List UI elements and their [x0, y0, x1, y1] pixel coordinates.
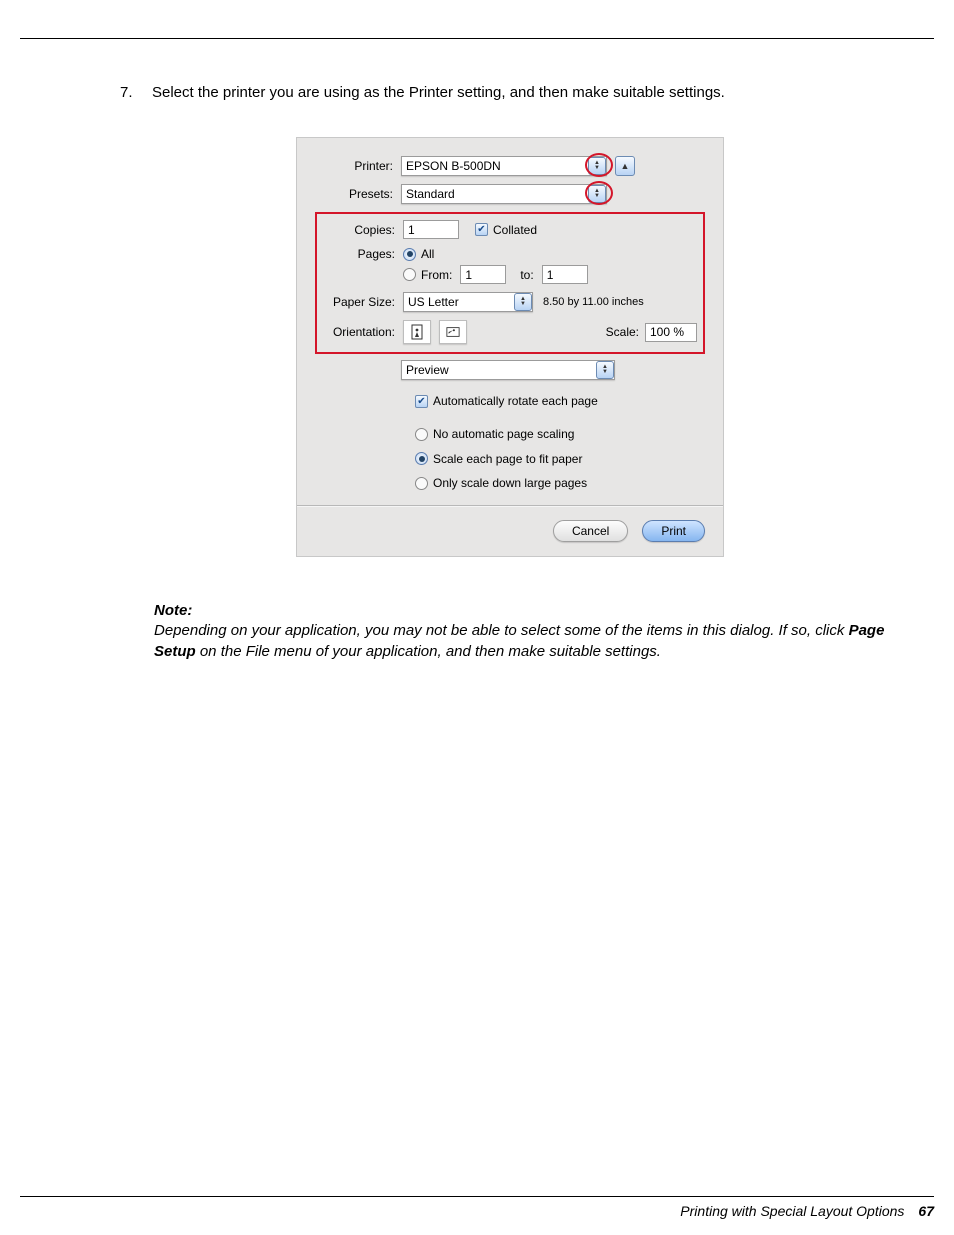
print-dialog: Printer: EPSON B-500DN ▲▼ ▲ Presets: Sta… [296, 137, 724, 557]
scale-down-label: Only scale down large pages [433, 472, 587, 495]
collated-label: Collated [493, 223, 537, 237]
orientation-label: Orientation: [323, 325, 403, 339]
section-select[interactable]: Preview ▲▼ [401, 360, 615, 380]
from-input[interactable]: 1 [460, 265, 506, 284]
step-number: 7. [120, 84, 142, 101]
pages-all-radio[interactable] [403, 248, 416, 261]
collated-checkbox[interactable]: ✔ [475, 223, 488, 236]
no-scaling-radio[interactable] [415, 428, 428, 441]
printer-row: Printer: EPSON B-500DN ▲▼ ▲ [315, 156, 705, 176]
to-label: to: [520, 268, 533, 282]
paper-size-value: US Letter [408, 295, 459, 309]
divider [297, 505, 723, 506]
print-label: Print [661, 524, 686, 538]
section-value: Preview [406, 363, 449, 377]
scale-to-fit-label: Scale each page to fit paper [433, 448, 582, 471]
page-footer: Printing with Special Layout Options 67 [20, 1196, 934, 1219]
from-label: From: [421, 268, 452, 282]
dropdown-icon: ▲▼ [588, 185, 606, 203]
orientation-landscape-button[interactable] [439, 320, 467, 344]
scale-value: 100 % [650, 325, 684, 339]
paper-size-label: Paper Size: [323, 295, 403, 309]
auto-rotate-label: Automatically rotate each page [433, 390, 598, 413]
presets-row: Presets: Standard ▲▼ [315, 184, 705, 204]
from-value: 1 [465, 268, 472, 282]
paper-dimensions: 8.50 by 11.00 inches [543, 296, 644, 308]
dropdown-icon: ▲▼ [588, 157, 606, 175]
dropdown-icon: ▲▼ [596, 361, 614, 379]
presets-label: Presets: [315, 187, 401, 201]
pages-range-radio[interactable] [403, 268, 416, 281]
note-title: Note: [154, 601, 900, 621]
cancel-button[interactable]: Cancel [553, 520, 628, 542]
presets-value: Standard [406, 187, 455, 201]
scale-down-radio[interactable] [415, 477, 428, 490]
to-input[interactable]: 1 [542, 265, 588, 284]
pages-label: Pages: [323, 247, 403, 261]
no-scaling-label: No automatic page scaling [433, 423, 574, 446]
page-number: 67 [918, 1203, 934, 1219]
auto-rotate-checkbox[interactable]: ✔ [415, 395, 428, 408]
footer-text: Printing with Special Layout Options [680, 1203, 904, 1219]
to-value: 1 [547, 268, 554, 282]
presets-select[interactable]: Standard ▲▼ [401, 184, 607, 204]
note-body: Depending on your application, you may n… [154, 621, 900, 662]
copies-label: Copies: [323, 223, 403, 237]
orientation-portrait-button[interactable] [403, 320, 431, 344]
expand-button[interactable]: ▲ [615, 156, 635, 176]
printer-value: EPSON B-500DN [406, 159, 501, 173]
print-button[interactable]: Print [642, 520, 705, 542]
note-block: Note: Depending on your application, you… [120, 601, 900, 662]
copies-input[interactable]: 1 [403, 220, 459, 239]
landscape-icon [446, 324, 460, 340]
dropdown-icon: ▲▼ [514, 293, 532, 311]
scale-label: Scale: [606, 325, 639, 339]
copies-value: 1 [408, 223, 415, 237]
scale-to-fit-radio[interactable] [415, 452, 428, 465]
highlighted-settings-box: Copies: 1 ✔ Collated Pages: All From: [315, 212, 705, 354]
printer-label: Printer: [315, 159, 401, 173]
portrait-icon [410, 324, 424, 340]
section-row: Preview ▲▼ [315, 360, 705, 380]
step-text: Select the printer you are using as the … [152, 84, 725, 101]
scale-input[interactable]: 100 % [645, 323, 697, 342]
printer-select[interactable]: EPSON B-500DN ▲▼ [401, 156, 607, 176]
step-7: 7. Select the printer you are using as t… [120, 84, 900, 101]
paper-size-select[interactable]: US Letter ▲▼ [403, 292, 533, 312]
pages-all-label: All [421, 247, 434, 261]
top-rule [20, 38, 934, 39]
cancel-label: Cancel [572, 524, 609, 538]
